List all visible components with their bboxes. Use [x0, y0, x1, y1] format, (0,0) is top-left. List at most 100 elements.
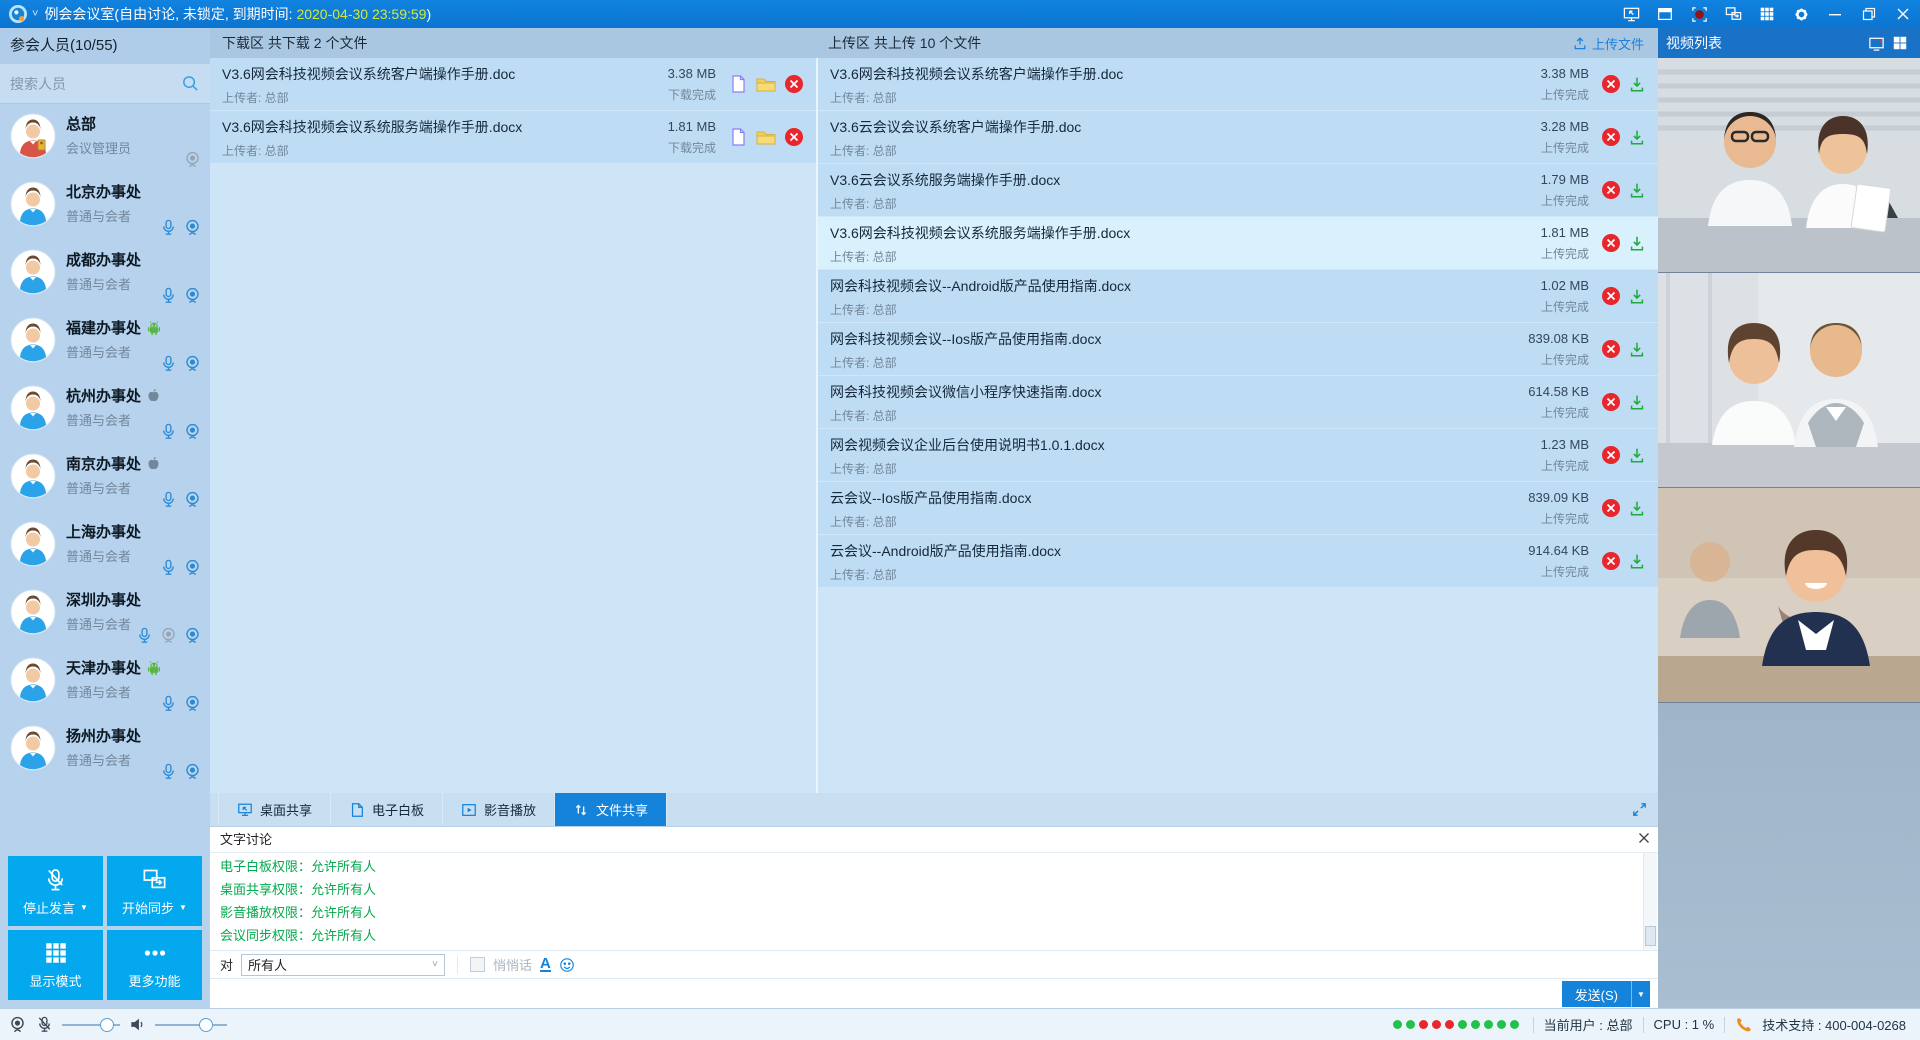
- mic-icon[interactable]: [159, 218, 178, 237]
- delete-icon[interactable]: [784, 74, 804, 94]
- delete-icon[interactable]: [1601, 180, 1621, 200]
- download-icon[interactable]: [1628, 393, 1646, 411]
- upload-file-row[interactable]: 网会视频会议企业后台使用说明书1.0.1.docx 上传者: 总部 1.23 M…: [818, 429, 1658, 482]
- participant-row[interactable]: 福建办事处 普通与会者: [0, 308, 210, 376]
- mic-icon[interactable]: [159, 354, 178, 373]
- download-icon[interactable]: [1628, 552, 1646, 570]
- tab-media-play[interactable]: 影音播放: [443, 793, 555, 826]
- record-icon[interactable]: [1682, 0, 1716, 28]
- download-icon[interactable]: [1628, 499, 1646, 517]
- upload-file-row[interactable]: 网会科技视频会议--Ios版产品使用指南.docx 上传者: 总部 839.08…: [818, 323, 1658, 376]
- participant-row[interactable]: 扬州办事处 普通与会者: [0, 716, 210, 784]
- search-input[interactable]: 搜索人员: [10, 74, 181, 94]
- delete-icon[interactable]: [1601, 286, 1621, 306]
- upload-file-row[interactable]: V3.6网会科技视频会议系统服务端操作手册.docx 上传者: 总部 1.81 …: [818, 217, 1658, 270]
- delete-icon[interactable]: [1601, 551, 1621, 571]
- video-thumbnail[interactable]: [1658, 58, 1920, 273]
- chat-close-icon[interactable]: [1638, 832, 1650, 844]
- display-grid-icon[interactable]: [1750, 0, 1784, 28]
- upload-file-row[interactable]: 云会议--Ios版产品使用指南.docx 上传者: 总部 839.09 KB 上…: [818, 482, 1658, 535]
- speaker-icon[interactable]: [128, 1015, 147, 1034]
- title-chevron-icon[interactable]: ˅: [32, 8, 38, 20]
- open-file-icon[interactable]: [728, 127, 748, 147]
- video-thumbnail[interactable]: [1658, 488, 1920, 703]
- mic-muted-icon[interactable]: [35, 1015, 54, 1034]
- send-dropdown-arrow[interactable]: ▼: [1631, 981, 1650, 1007]
- participant-row[interactable]: 南京办事处 普通与会者: [0, 444, 210, 512]
- video-thumbnail[interactable]: [1658, 273, 1920, 488]
- mic-icon[interactable]: [159, 558, 178, 577]
- display-mode-button[interactable]: 显示模式: [8, 930, 103, 1000]
- minimize-icon[interactable]: [1818, 0, 1852, 28]
- download-icon[interactable]: [1628, 234, 1646, 252]
- webcam-status-icon[interactable]: [8, 1015, 27, 1034]
- mic-volume-slider[interactable]: [62, 1018, 120, 1032]
- maximize-icon[interactable]: [1852, 0, 1886, 28]
- upload-file-row[interactable]: 网会科技视频会议微信小程序快速指南.docx 上传者: 总部 614.58 KB…: [818, 376, 1658, 429]
- upload-file-row[interactable]: 网会科技视频会议--Android版产品使用指南.docx 上传者: 总部 1.…: [818, 270, 1658, 323]
- delete-icon[interactable]: [1601, 127, 1621, 147]
- camera-grey-icon[interactable]: [183, 150, 202, 169]
- mic-icon[interactable]: [135, 626, 154, 645]
- download-file-row[interactable]: V3.6网会科技视频会议系统服务端操作手册.docx 上传者: 总部 1.81 …: [210, 111, 816, 164]
- tab-desktop-share[interactable]: 桌面共享: [218, 793, 331, 826]
- send-button[interactable]: 发送(S) ▼: [1562, 981, 1650, 1007]
- camera-icon[interactable]: [183, 558, 202, 577]
- emoji-icon[interactable]: [559, 957, 575, 973]
- mic-icon[interactable]: [159, 694, 178, 713]
- video-layout-icon[interactable]: [1888, 35, 1912, 51]
- delete-icon[interactable]: [1601, 498, 1621, 518]
- camera-icon[interactable]: [183, 354, 202, 373]
- download-icon[interactable]: [1628, 128, 1646, 146]
- window-mode-icon[interactable]: [1648, 0, 1682, 28]
- expand-icon[interactable]: [1631, 793, 1658, 826]
- camera-icon[interactable]: [183, 286, 202, 305]
- tab-file-share[interactable]: 文件共享: [555, 793, 667, 826]
- mic-icon[interactable]: [159, 286, 178, 305]
- camera-icon[interactable]: [183, 762, 202, 781]
- close-icon[interactable]: [1886, 0, 1920, 28]
- more-functions-button[interactable]: 更多功能: [107, 930, 202, 1000]
- settings-gear-icon[interactable]: [1784, 0, 1818, 28]
- delete-icon[interactable]: [1601, 392, 1621, 412]
- screen-share-icon[interactable]: [1614, 0, 1648, 28]
- chat-scrollbar[interactable]: [1643, 853, 1657, 950]
- download-icon[interactable]: [1628, 340, 1646, 358]
- participant-row[interactable]: 杭州办事处 普通与会者: [0, 376, 210, 444]
- mic-icon[interactable]: [159, 422, 178, 441]
- upload-file-row[interactable]: 云会议--Android版产品使用指南.docx 上传者: 总部 914.64 …: [818, 535, 1658, 588]
- open-folder-icon[interactable]: [755, 127, 777, 147]
- upload-file-row[interactable]: V3.6云会议会议系统客户端操作手册.doc 上传者: 总部 3.28 MB 上…: [818, 111, 1658, 164]
- upload-file-button[interactable]: 上传文件: [1572, 34, 1644, 53]
- camera-icon[interactable]: [183, 490, 202, 509]
- download-icon[interactable]: [1628, 181, 1646, 199]
- tab-whiteboard[interactable]: 电子白板: [331, 793, 443, 826]
- participant-row[interactable]: 深圳办事处 普通与会者: [0, 580, 210, 648]
- mic-icon[interactable]: [159, 490, 178, 509]
- delete-icon[interactable]: [1601, 339, 1621, 359]
- participant-row[interactable]: 上海办事处 普通与会者: [0, 512, 210, 580]
- stop-speaking-button[interactable]: 停止发言▼: [8, 856, 103, 926]
- participant-row[interactable]: 总部 会议管理员: [0, 104, 210, 172]
- camera-icon[interactable]: [183, 218, 202, 237]
- search-box[interactable]: 搜索人员: [0, 64, 210, 104]
- font-button[interactable]: A: [540, 957, 551, 972]
- search-icon[interactable]: [181, 74, 200, 93]
- speaker-volume-slider[interactable]: [155, 1018, 227, 1032]
- delete-icon[interactable]: [1601, 74, 1621, 94]
- sync-icon[interactable]: [1716, 0, 1750, 28]
- open-file-icon[interactable]: [728, 74, 748, 94]
- upload-file-row[interactable]: V3.6云会议系统服务端操作手册.docx 上传者: 总部 1.79 MB 上传…: [818, 164, 1658, 217]
- mic-icon[interactable]: [159, 762, 178, 781]
- video-capture-icon[interactable]: [1864, 35, 1888, 52]
- recipient-select[interactable]: 所有人˅: [241, 954, 445, 976]
- whisper-checkbox[interactable]: [470, 957, 485, 972]
- delete-icon[interactable]: [1601, 233, 1621, 253]
- delete-icon[interactable]: [784, 127, 804, 147]
- download-file-row[interactable]: V3.6网会科技视频会议系统客户端操作手册.doc 上传者: 总部 3.38 M…: [210, 58, 816, 111]
- camera-icon[interactable]: [183, 626, 202, 645]
- participant-row[interactable]: 北京办事处 普通与会者: [0, 172, 210, 240]
- participant-row[interactable]: 成都办事处 普通与会者: [0, 240, 210, 308]
- start-sync-button[interactable]: 开始同步▼: [107, 856, 202, 926]
- camera-icon[interactable]: [183, 422, 202, 441]
